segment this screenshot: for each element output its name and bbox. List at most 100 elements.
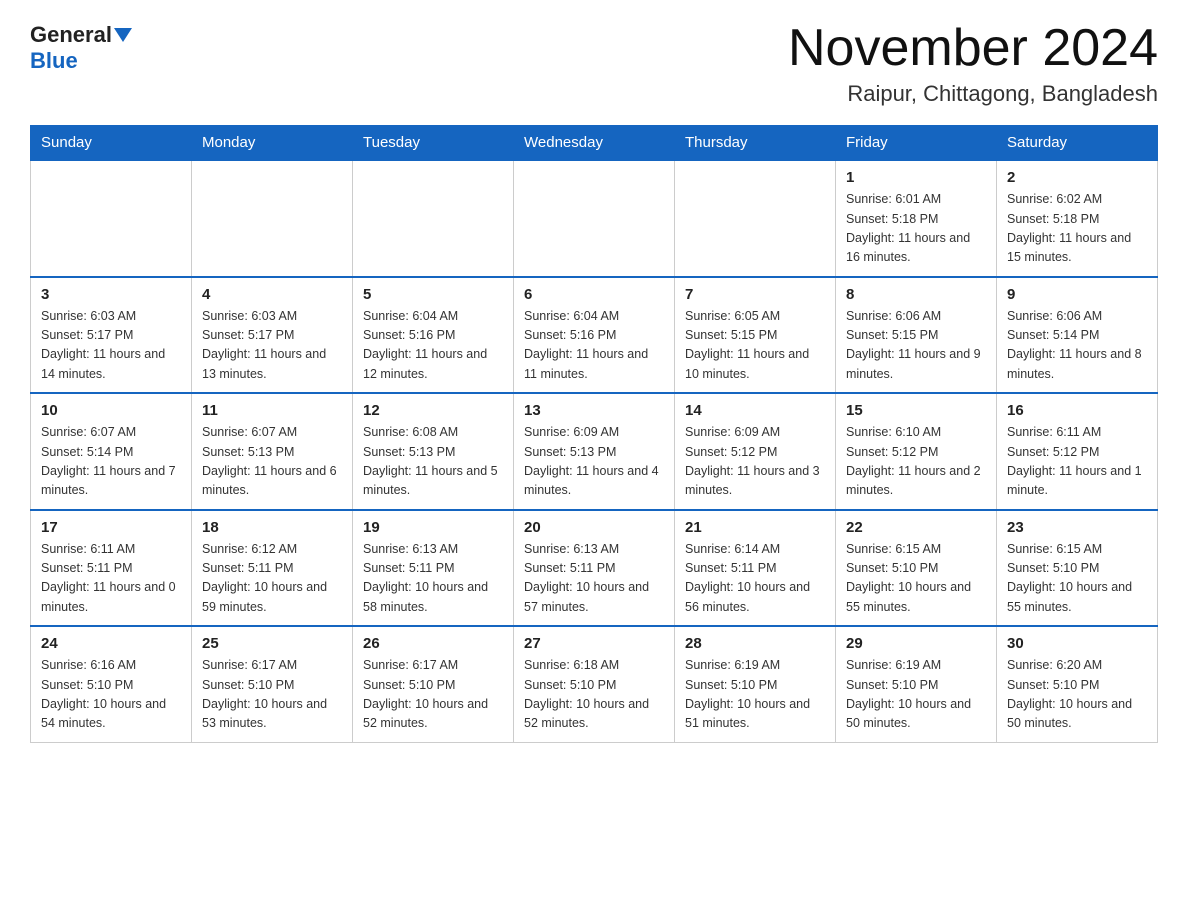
calendar-cell: 25 Sunrise: 6:17 AMSunset: 5:10 PMDayligh… <box>192 626 353 742</box>
logo-general-text: General <box>30 24 112 46</box>
calendar-cell: 13 Sunrise: 6:09 AMSunset: 5:13 PMDayligh… <box>514 393 675 510</box>
day-number: 3 <box>41 286 181 303</box>
calendar-cell: 29Sunrise: 6:19 AMSunset: 5:10 PMDayligh… <box>836 626 997 742</box>
calendar-cell: 28Sunrise: 6:19 AMSunset: 5:10 PMDayligh… <box>675 626 836 742</box>
calendar-cell: 16 Sunrise: 6:11 AMSunset: 5:12 PMDayligh… <box>997 393 1158 510</box>
calendar-cell: 17 Sunrise: 6:11 AMSunset: 5:11 PMDayligh… <box>31 510 192 627</box>
weekday-header-friday: Friday <box>836 126 997 161</box>
day-number: 19 <box>363 519 503 536</box>
sun-info: Sunrise: 6:17 AMSunset: 5:10 PMDaylight:… <box>202 656 342 734</box>
sun-info: Sunrise: 6:07 AMSunset: 5:14 PMDaylight:… <box>41 423 181 501</box>
sun-info: Sunrise: 6:15 AMSunset: 5:10 PMDaylight:… <box>846 540 986 618</box>
day-number: 1 <box>846 169 986 186</box>
sun-info: Sunrise: 6:13 AMSunset: 5:11 PMDaylight:… <box>524 540 664 618</box>
day-number: 25 <box>202 635 342 652</box>
day-number: 14 <box>685 402 825 419</box>
day-number: 17 <box>41 519 181 536</box>
day-number: 23 <box>1007 519 1147 536</box>
sun-info: Sunrise: 6:11 AMSunset: 5:12 PMDaylight:… <box>1007 423 1147 501</box>
sun-info: Sunrise: 6:09 AMSunset: 5:12 PMDaylight:… <box>685 423 825 501</box>
calendar-cell: 30Sunrise: 6:20 AMSunset: 5:10 PMDayligh… <box>997 626 1158 742</box>
sun-info: Sunrise: 6:06 AMSunset: 5:14 PMDaylight:… <box>1007 307 1147 385</box>
sun-info: Sunrise: 6:11 AMSunset: 5:11 PMDaylight:… <box>41 540 181 618</box>
page-header: General Blue November 2024 Raipur, Chitt… <box>30 20 1158 107</box>
month-title: November 2024 <box>788 20 1158 77</box>
calendar-cell: 4 Sunrise: 6:03 AMSunset: 5:17 PMDaylight… <box>192 277 353 394</box>
calendar-cell <box>675 160 836 277</box>
day-number: 29 <box>846 635 986 652</box>
sun-info: Sunrise: 6:06 AMSunset: 5:15 PMDaylight:… <box>846 307 986 385</box>
day-number: 27 <box>524 635 664 652</box>
calendar-table: SundayMondayTuesdayWednesdayThursdayFrid… <box>30 125 1158 743</box>
calendar-cell: 2 Sunrise: 6:02 AMSunset: 5:18 PMDaylight… <box>997 160 1158 277</box>
day-number: 16 <box>1007 402 1147 419</box>
day-number: 4 <box>202 286 342 303</box>
sun-info: Sunrise: 6:15 AMSunset: 5:10 PMDaylight:… <box>1007 540 1147 618</box>
sun-info: Sunrise: 6:03 AMSunset: 5:17 PMDaylight:… <box>41 307 181 385</box>
day-number: 22 <box>846 519 986 536</box>
day-number: 8 <box>846 286 986 303</box>
calendar-cell: 18 Sunrise: 6:12 AMSunset: 5:11 PMDayligh… <box>192 510 353 627</box>
calendar-cell <box>31 160 192 277</box>
calendar-cell: 22 Sunrise: 6:15 AMSunset: 5:10 PMDayligh… <box>836 510 997 627</box>
day-number: 24 <box>41 635 181 652</box>
sun-info: Sunrise: 6:09 AMSunset: 5:13 PMDaylight:… <box>524 423 664 501</box>
sun-info: Sunrise: 6:04 AMSunset: 5:16 PMDaylight:… <box>363 307 503 385</box>
day-number: 20 <box>524 519 664 536</box>
day-number: 26 <box>363 635 503 652</box>
weekday-header-sunday: Sunday <box>31 126 192 161</box>
calendar-cell: 21 Sunrise: 6:14 AMSunset: 5:11 PMDayligh… <box>675 510 836 627</box>
calendar-cell: 12Sunrise: 6:08 AMSunset: 5:13 PMDayligh… <box>353 393 514 510</box>
calendar-cell: 24Sunrise: 6:16 AMSunset: 5:10 PMDayligh… <box>31 626 192 742</box>
location-title: Raipur, Chittagong, Bangladesh <box>788 81 1158 107</box>
sun-info: Sunrise: 6:01 AMSunset: 5:18 PMDaylight:… <box>846 190 986 268</box>
day-number: 21 <box>685 519 825 536</box>
sun-info: Sunrise: 6:03 AMSunset: 5:17 PMDaylight:… <box>202 307 342 385</box>
sun-info: Sunrise: 6:07 AMSunset: 5:13 PMDaylight:… <box>202 423 342 501</box>
day-number: 10 <box>41 402 181 419</box>
calendar-cell: 15 Sunrise: 6:10 AMSunset: 5:12 PMDayligh… <box>836 393 997 510</box>
day-number: 6 <box>524 286 664 303</box>
logo-triangle-icon <box>114 28 132 42</box>
calendar-cell <box>353 160 514 277</box>
calendar-cell: 20 Sunrise: 6:13 AMSunset: 5:11 PMDayligh… <box>514 510 675 627</box>
week-row-2: 3 Sunrise: 6:03 AMSunset: 5:17 PMDaylight… <box>31 277 1158 394</box>
day-number: 5 <box>363 286 503 303</box>
week-row-5: 24Sunrise: 6:16 AMSunset: 5:10 PMDayligh… <box>31 626 1158 742</box>
week-row-4: 17 Sunrise: 6:11 AMSunset: 5:11 PMDayligh… <box>31 510 1158 627</box>
week-row-1: 1 Sunrise: 6:01 AMSunset: 5:18 PMDaylight… <box>31 160 1158 277</box>
weekday-header-saturday: Saturday <box>997 126 1158 161</box>
sun-info: Sunrise: 6:14 AMSunset: 5:11 PMDaylight:… <box>685 540 825 618</box>
calendar-cell: 7Sunrise: 6:05 AMSunset: 5:15 PMDaylight… <box>675 277 836 394</box>
weekday-header-row: SundayMondayTuesdayWednesdayThursdayFrid… <box>31 126 1158 161</box>
calendar-cell: 11Sunrise: 6:07 AMSunset: 5:13 PMDayligh… <box>192 393 353 510</box>
day-number: 15 <box>846 402 986 419</box>
day-number: 30 <box>1007 635 1147 652</box>
weekday-header-thursday: Thursday <box>675 126 836 161</box>
sun-info: Sunrise: 6:12 AMSunset: 5:11 PMDaylight:… <box>202 540 342 618</box>
sun-info: Sunrise: 6:02 AMSunset: 5:18 PMDaylight:… <box>1007 190 1147 268</box>
day-number: 28 <box>685 635 825 652</box>
calendar-cell: 10 Sunrise: 6:07 AMSunset: 5:14 PMDayligh… <box>31 393 192 510</box>
calendar-cell: 14 Sunrise: 6:09 AMSunset: 5:12 PMDayligh… <box>675 393 836 510</box>
week-row-3: 10 Sunrise: 6:07 AMSunset: 5:14 PMDayligh… <box>31 393 1158 510</box>
logo: General Blue <box>30 24 132 74</box>
weekday-header-wednesday: Wednesday <box>514 126 675 161</box>
title-area: November 2024 Raipur, Chittagong, Bangla… <box>788 20 1158 107</box>
day-number: 2 <box>1007 169 1147 186</box>
sun-info: Sunrise: 6:13 AMSunset: 5:11 PMDaylight:… <box>363 540 503 618</box>
day-number: 7 <box>685 286 825 303</box>
day-number: 13 <box>524 402 664 419</box>
sun-info: Sunrise: 6:04 AMSunset: 5:16 PMDaylight:… <box>524 307 664 385</box>
logo-blue-text: Blue <box>30 48 78 74</box>
day-number: 18 <box>202 519 342 536</box>
sun-info: Sunrise: 6:18 AMSunset: 5:10 PMDaylight:… <box>524 656 664 734</box>
calendar-cell: 6 Sunrise: 6:04 AMSunset: 5:16 PMDaylight… <box>514 277 675 394</box>
calendar-cell: 26Sunrise: 6:17 AMSunset: 5:10 PMDayligh… <box>353 626 514 742</box>
sun-info: Sunrise: 6:10 AMSunset: 5:12 PMDaylight:… <box>846 423 986 501</box>
weekday-header-tuesday: Tuesday <box>353 126 514 161</box>
calendar-cell: 27 Sunrise: 6:18 AMSunset: 5:10 PMDayligh… <box>514 626 675 742</box>
calendar-cell: 5 Sunrise: 6:04 AMSunset: 5:16 PMDaylight… <box>353 277 514 394</box>
calendar-cell: 9Sunrise: 6:06 AMSunset: 5:14 PMDaylight… <box>997 277 1158 394</box>
calendar-cell <box>514 160 675 277</box>
